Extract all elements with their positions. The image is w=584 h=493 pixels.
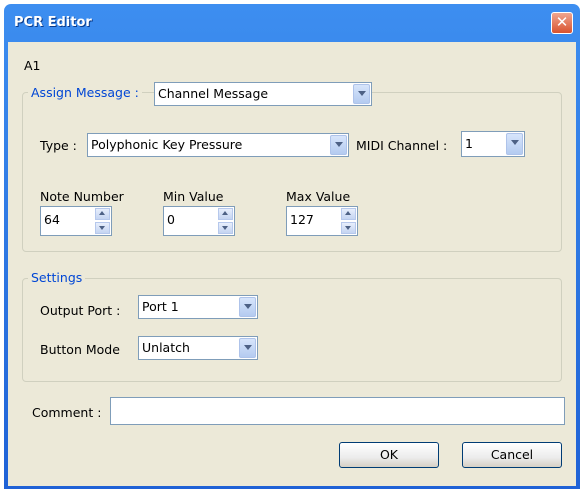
comment-input[interactable] xyxy=(110,397,565,425)
note-number-label: Note Number xyxy=(40,189,124,204)
settings-group-title: Settings xyxy=(28,270,86,285)
spin-up-icon[interactable] xyxy=(218,208,233,220)
output-port-value: Port 1 xyxy=(142,299,179,314)
type-select[interactable]: Polyphonic Key Pressure xyxy=(87,133,349,157)
assign-message-group-title: Assign Message : xyxy=(28,85,142,100)
chevron-down-icon[interactable] xyxy=(239,338,256,358)
spin-down-icon[interactable] xyxy=(95,222,110,234)
spin-down-icon[interactable] xyxy=(341,222,356,234)
spin-up-icon[interactable] xyxy=(95,208,110,220)
note-number-spinner[interactable]: 64 xyxy=(40,206,112,236)
dialog-body: A1 Assign Message : Channel Message Type… xyxy=(8,42,576,486)
settings-group xyxy=(22,278,562,382)
chevron-down-icon[interactable] xyxy=(330,135,347,155)
type-value: Polyphonic Key Pressure xyxy=(91,137,243,152)
spin-up-icon[interactable] xyxy=(341,208,356,220)
midi-channel-value: 1 xyxy=(465,136,473,151)
close-button[interactable]: ✕ xyxy=(551,12,573,34)
output-port-label: Output Port : xyxy=(40,303,121,318)
control-id-label: A1 xyxy=(24,58,41,73)
midi-channel-label: MIDI Channel : xyxy=(356,138,448,153)
max-value-label: Max Value xyxy=(286,189,351,204)
output-port-select[interactable]: Port 1 xyxy=(138,295,258,319)
note-number-value: 64 xyxy=(44,212,60,227)
assign-message-value: Channel Message xyxy=(158,86,269,101)
max-value-value: 127 xyxy=(290,212,314,227)
min-value-spinner[interactable]: 0 xyxy=(163,206,235,236)
close-icon: ✕ xyxy=(555,13,569,31)
button-mode-select[interactable]: Unlatch xyxy=(138,336,258,360)
spin-down-icon[interactable] xyxy=(218,222,233,234)
pcr-editor-window: PCR Editor ✕ A1 Assign Message : Channel… xyxy=(4,4,580,489)
title-bar[interactable]: PCR Editor ✕ xyxy=(4,4,580,42)
chevron-down-icon[interactable] xyxy=(239,297,256,317)
button-mode-label: Button Mode xyxy=(40,342,120,357)
type-label: Type : xyxy=(40,138,77,153)
assign-message-select[interactable]: Channel Message xyxy=(154,82,372,106)
min-value-label: Min Value xyxy=(163,189,224,204)
button-mode-value: Unlatch xyxy=(142,340,190,355)
chevron-down-icon[interactable] xyxy=(353,84,370,104)
midi-channel-select[interactable]: 1 xyxy=(461,131,525,157)
min-value-value: 0 xyxy=(167,212,175,227)
cancel-button[interactable]: Cancel xyxy=(462,442,562,468)
max-value-spinner[interactable]: 127 xyxy=(286,206,358,236)
window-title: PCR Editor xyxy=(14,15,92,30)
comment-label: Comment : xyxy=(32,405,102,420)
chevron-down-icon[interactable] xyxy=(506,133,523,155)
ok-button[interactable]: OK xyxy=(339,442,439,468)
